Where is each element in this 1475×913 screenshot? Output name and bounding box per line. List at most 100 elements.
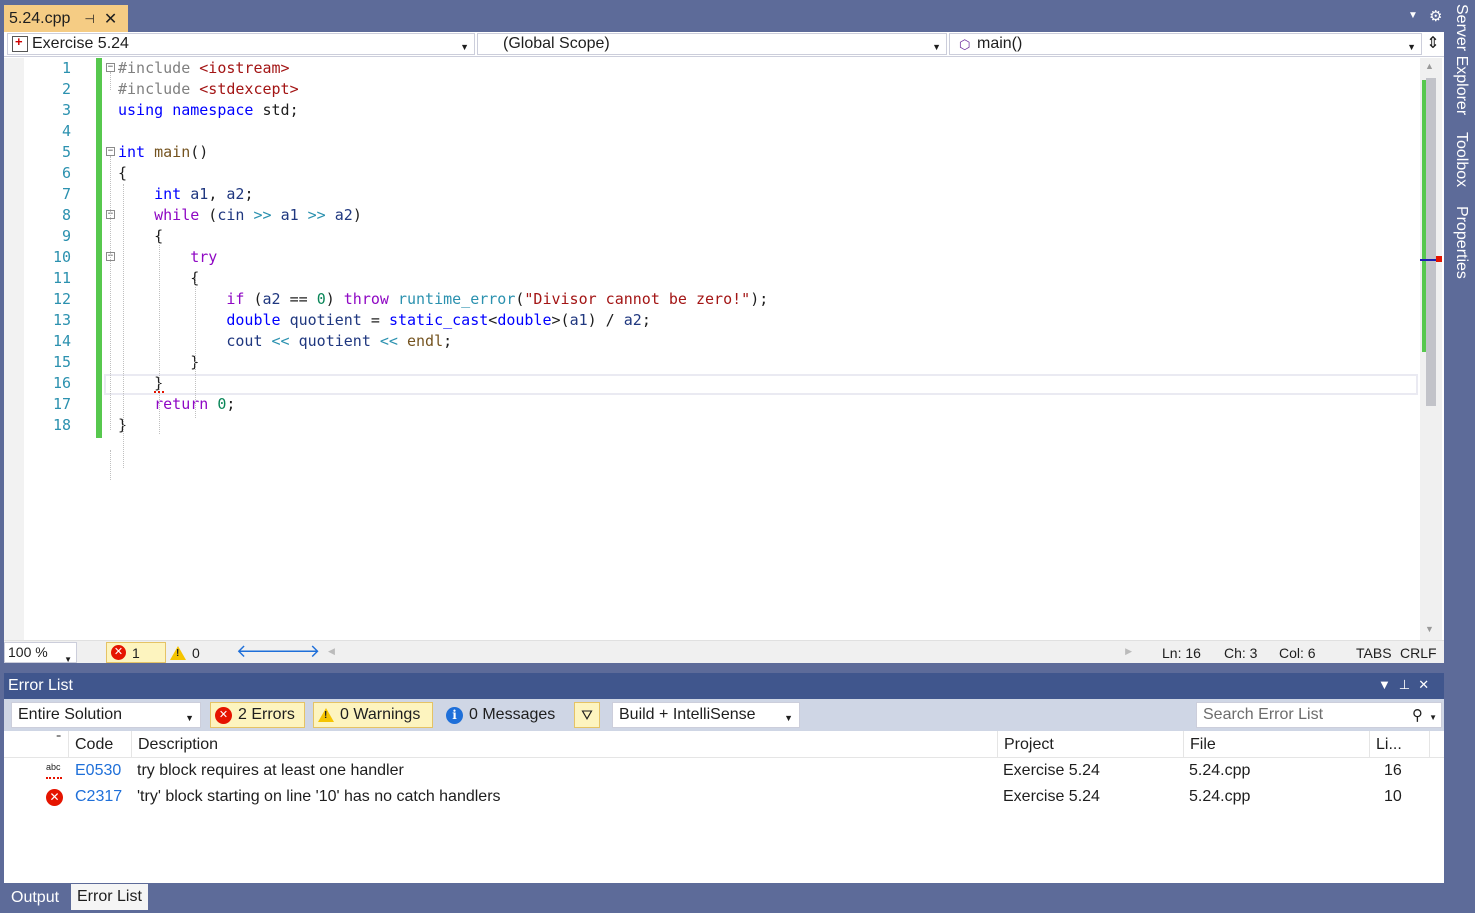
error-scope-dropdown[interactable]: Entire Solution ▼ — [11, 702, 201, 728]
code-text: if (a2 == 0) throw runtime_error("Diviso… — [226, 290, 769, 308]
column-header-file[interactable]: File — [1183, 731, 1369, 758]
scroll-left-icon[interactable]: ◀ — [328, 646, 335, 657]
window-menu-icon[interactable]: ▼ — [1378, 677, 1391, 692]
navigation-bar: Exercise 5.24 ▼ (Global Scope) ▼ ⬡ main(… — [4, 32, 1444, 57]
member-dropdown[interactable]: ⬡ main() ▼ — [949, 33, 1422, 55]
error-list-grid: ⁼ Code Description Project File Li... ab… — [4, 731, 1444, 883]
pin-tab-icon[interactable]: ⊣ — [84, 12, 94, 26]
column-header-description[interactable]: Description — [131, 731, 997, 758]
split-window-icon[interactable]: ⇕ — [1424, 33, 1442, 55]
line-number: 7 — [61, 185, 71, 203]
errors-filter-button[interactable]: ✕ 2 Errors — [210, 702, 305, 728]
error-description: try block requires at least one handler — [137, 762, 404, 779]
properties-tab[interactable]: Properties — [1452, 206, 1470, 279]
error-list-window-controls: ▼ ⊥ ✕ — [1378, 677, 1437, 693]
code-line[interactable]: 18} — [53, 415, 1420, 436]
code-text-area[interactable]: 1− #include <iostream> 2 #include <stdexcep… — [53, 58, 1420, 640]
tab-output[interactable]: Output — [6, 886, 64, 910]
intellisense-squiggle-icon: abc — [46, 762, 62, 779]
code-line[interactable]: 8− while (cin >> a1 >> a2) — [62, 205, 1420, 226]
scroll-right-icon[interactable]: ▶ — [1125, 646, 1132, 657]
indentation-indicator[interactable]: TABS — [1356, 645, 1392, 661]
column-header-spacer — [1429, 731, 1444, 758]
tab-list-dropdown-icon[interactable]: ▼ — [1408, 10, 1418, 21]
line-number: 11 — [52, 269, 71, 287]
code-line[interactable]: 13 double quotient = static_cast<double>… — [53, 310, 1420, 331]
code-line[interactable]: 12 if (a2 == 0) throw runtime_error("Div… — [53, 289, 1420, 310]
zoom-dropdown[interactable]: 100 % ▼ — [4, 642, 77, 664]
column-chooser-icon[interactable]: ⁼ — [56, 733, 61, 744]
code-line[interactable]: 14 cout << quotient << endl; — [53, 331, 1420, 352]
code-line[interactable]: 11 { — [53, 268, 1420, 289]
editor-warning-count-button[interactable]: 0 — [170, 642, 200, 663]
code-line[interactable]: 15 } — [53, 352, 1420, 373]
pin-icon[interactable]: ⊥ — [1399, 677, 1410, 692]
navigate-forward-icon[interactable]: 🡒 — [272, 641, 320, 662]
code-line[interactable]: 17 return 0; — [53, 394, 1420, 415]
code-line[interactable]: 3 using namespace std; — [62, 100, 1420, 121]
error-icon: ✕ — [111, 645, 126, 660]
code-text: int main() — [118, 143, 209, 161]
code-line[interactable]: 5 − int main() — [62, 142, 1420, 163]
code-line[interactable]: 2 #include <stdexcept> — [62, 79, 1420, 100]
collapse-region-icon[interactable]: − — [106, 63, 115, 72]
error-row[interactable]: abc E0530 try block requires at least on… — [4, 758, 1444, 784]
code-line[interactable]: 7 int a1, a2; — [62, 184, 1420, 205]
column-header-code[interactable]: Code — [68, 731, 132, 758]
editor-error-count: 1 — [132, 644, 140, 661]
error-icon: ✕ — [46, 789, 63, 806]
chevron-down-icon[interactable]: ▼ — [1429, 713, 1437, 722]
messages-filter-button[interactable]: i 0 Messages — [442, 702, 562, 728]
scroll-down-icon[interactable]: ▼ — [1425, 624, 1434, 634]
code-line[interactable]: 10− try — [53, 247, 1420, 268]
close-icon[interactable]: ✕ — [1418, 677, 1429, 692]
tab-error-list[interactable]: Error List — [71, 884, 148, 910]
document-tab[interactable]: 5.24.cpp ⊣ ✕ — [4, 5, 128, 32]
member-dropdown-label: main() — [977, 35, 1023, 52]
line-number: 5 — [61, 143, 71, 161]
line-indicator[interactable]: Ln: 16 — [1162, 645, 1201, 661]
line-ending-indicator[interactable]: CRLF — [1400, 645, 1437, 661]
collapse-region-icon[interactable]: − — [106, 147, 115, 156]
code-line[interactable]: 6{ — [62, 163, 1420, 184]
error-code-link[interactable]: E0530 — [69, 758, 121, 784]
error-map-marker — [1436, 256, 1442, 262]
horizontal-scrollbar[interactable]: ◀ ▶ — [322, 644, 1132, 661]
indent-guide — [110, 450, 111, 480]
document-tab-strip — [0, 0, 1444, 32]
error-search-input[interactable]: Search Error List ⚲ ▼ — [1196, 702, 1442, 728]
project-dropdown[interactable]: Exercise 5.24 ▼ — [7, 33, 475, 55]
error-list-title-bar: Error List — [4, 673, 1444, 699]
editor-error-count-button[interactable]: ✕ 1 — [106, 642, 166, 663]
error-squiggle — [154, 390, 164, 393]
scrollbar-thumb[interactable] — [1426, 78, 1436, 406]
column-header-line[interactable]: Li... — [1369, 731, 1429, 758]
info-icon: i — [446, 706, 463, 724]
close-tab-icon[interactable]: ✕ — [104, 9, 117, 29]
column-indicator[interactable]: Col: 6 — [1279, 645, 1316, 661]
filter-icon[interactable]: ⛛ — [574, 702, 600, 728]
code-line[interactable]: 16 } — [53, 373, 1420, 394]
error-row[interactable]: ✕ C2317 'try' block starting on line '10… — [4, 784, 1444, 810]
zoom-level: 100 % — [8, 644, 48, 660]
server-explorer-tab[interactable]: Server Explorer — [1452, 4, 1470, 115]
line-number: 14 — [52, 332, 71, 350]
error-code-link[interactable]: C2317 — [69, 784, 122, 810]
search-icon[interactable]: ⚲ — [1412, 706, 1423, 724]
code-text: #include <iostream> — [118, 59, 290, 77]
warnings-filter-button[interactable]: 0 Warnings — [313, 702, 433, 728]
code-line[interactable]: 9 { — [62, 226, 1420, 247]
vertical-scrollbar[interactable]: ▲ ▼ — [1420, 58, 1442, 640]
code-text: double quotient = static_cast<double>(a1… — [226, 311, 651, 329]
column-header-project[interactable]: Project — [997, 731, 1183, 758]
scope-dropdown[interactable]: (Global Scope) ▼ — [477, 33, 947, 55]
build-source-dropdown[interactable]: Build + IntelliSense ▼ — [612, 702, 800, 728]
code-line[interactable]: 1 − #include <iostream> — [62, 58, 1420, 79]
scroll-up-icon[interactable]: ▲ — [1425, 61, 1434, 71]
error-line: 10 — [1384, 788, 1402, 805]
code-line[interactable]: 4 — [62, 121, 1420, 142]
toolbox-tab[interactable]: Toolbox — [1452, 132, 1470, 187]
gear-icon[interactable]: ⚙ — [1429, 7, 1442, 25]
error-project: Exercise 5.24 — [1003, 762, 1100, 779]
char-indicator[interactable]: Ch: 3 — [1224, 645, 1257, 661]
